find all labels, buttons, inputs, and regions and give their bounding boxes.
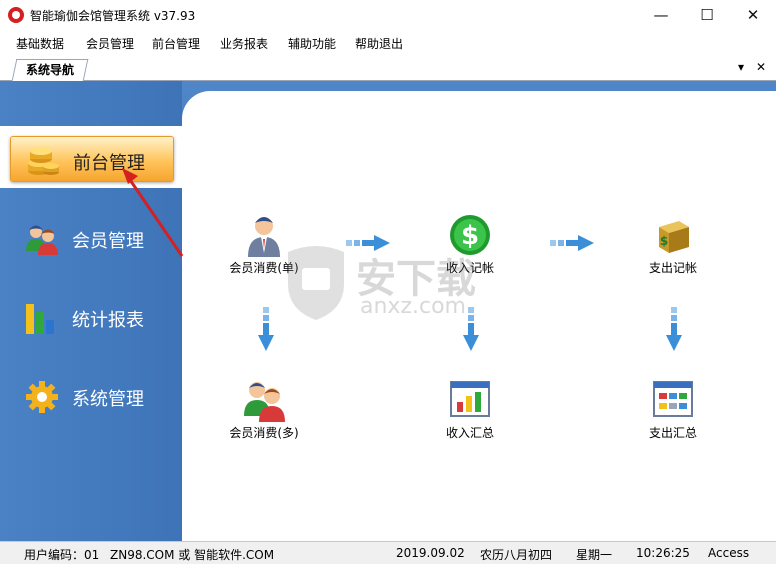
income-summary-node[interactable]: 收入汇总 [420, 378, 520, 441]
status-website: ZN98.COM 或 智能软件.COM [110, 548, 275, 562]
node-label: 支出记帐 [648, 261, 697, 275]
menu-front-desk[interactable]: 前台管理 [152, 35, 200, 52]
members-icon [26, 225, 58, 255]
sidebar-item-system[interactable]: 系统管理 [10, 373, 174, 419]
menu-member-management[interactable]: 会员管理 [86, 35, 134, 52]
bar-chart-icon [26, 304, 54, 334]
coins-icon [28, 147, 59, 175]
menu-basic-data[interactable]: 基础数据 [16, 35, 64, 52]
tab-bar: 系统导航 [0, 55, 776, 81]
sidebar-item-label: 统计报表 [72, 310, 144, 331]
expense-record-node[interactable]: $ 支出记帐 [623, 213, 723, 276]
node-label: 支出汇总 [648, 426, 697, 440]
menu-bar: 基础数据 会员管理 前台管理 业务报表 辅助功能 帮助退出 [0, 31, 776, 55]
watermark: 安下载 anxz.com [280, 244, 500, 324]
tab-label: 系统导航 [25, 63, 74, 77]
tab-close-icon[interactable]: ✕ [756, 60, 766, 74]
maximize-button[interactable]: ☐ [684, 0, 730, 31]
expense-summary-node[interactable]: 支出汇总 [623, 378, 723, 441]
window-title: 智能瑜伽会馆管理系统 v37.93 [30, 9, 196, 23]
tab-system-navigation[interactable]: 系统导航 [11, 59, 89, 81]
close-button[interactable]: ✕ [730, 0, 776, 31]
arrow-right-icon [550, 235, 594, 251]
report-chart-icon [450, 381, 490, 417]
watermark-domain: anxz.com [360, 294, 466, 319]
red-pointer-arrow-icon [122, 168, 184, 257]
menu-help-exit[interactable]: 帮助退出 [355, 35, 403, 52]
status-database: Access [708, 546, 750, 560]
node-label: 收入汇总 [445, 426, 494, 440]
status-lunar-date: 农历八月初四 [480, 548, 553, 562]
report-table-icon [653, 381, 693, 417]
tab-dropdown-icon[interactable]: ▾ [738, 60, 744, 74]
arrow-down-icon [258, 307, 274, 351]
sidebar-item-statistics[interactable]: 统计报表 [10, 294, 174, 340]
node-label: 会员消费(多) [229, 426, 299, 440]
app-logo-icon [8, 7, 24, 23]
status-user-code: 用户编码：01 [24, 548, 100, 562]
svg-text:$: $ [660, 234, 668, 248]
status-weekday: 星期一 [576, 548, 613, 562]
money-box-icon: $ [659, 221, 689, 253]
menu-business-reports[interactable]: 业务报表 [220, 35, 268, 52]
title-bar: 智能瑜伽会馆管理系统 v37.93 — ☐ ✕ [0, 0, 776, 31]
status-bar: 用户编码：01 ZN98.COM 或 智能软件.COM 2019.09.02 农… [0, 541, 776, 564]
status-time: 10:26:25 [636, 546, 690, 560]
gear-icon [26, 381, 58, 413]
arrow-down-icon [666, 307, 682, 351]
shield-icon [288, 246, 344, 320]
members-icon [244, 382, 285, 422]
menu-auxiliary[interactable]: 辅助功能 [288, 35, 336, 52]
sidebar-item-label: 系统管理 [72, 389, 144, 410]
status-date: 2019.09.02 [396, 546, 465, 560]
member-consume-multi-node[interactable]: 会员消费(多) [214, 378, 314, 441]
minimize-button[interactable]: — [638, 0, 684, 31]
sidebar: 前台管理 会员管理 统计报表 系统管理 [0, 81, 182, 541]
